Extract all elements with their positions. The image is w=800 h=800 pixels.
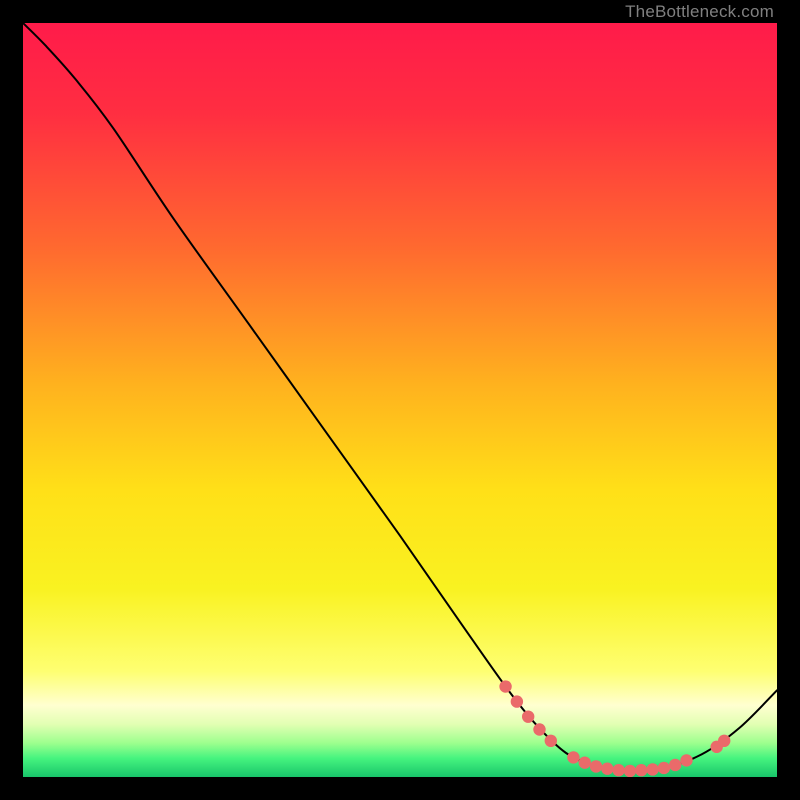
marker-dot — [635, 764, 647, 776]
marker-dot — [669, 759, 681, 771]
marker-dot — [612, 764, 624, 776]
marker-dot — [658, 762, 670, 774]
marker-dot — [533, 723, 545, 735]
marker-dot — [601, 763, 613, 775]
marker-dot — [522, 710, 534, 722]
marker-dot — [646, 763, 658, 775]
marker-dot — [511, 695, 523, 707]
marker-dot — [718, 735, 730, 747]
marker-dot — [545, 735, 557, 747]
chart-frame — [23, 23, 777, 777]
marker-dot — [624, 765, 636, 777]
marker-dot — [590, 760, 602, 772]
marker-dot — [567, 751, 579, 763]
bottleneck-chart — [23, 23, 777, 777]
attribution-label: TheBottleneck.com — [625, 2, 774, 22]
gradient-background — [23, 23, 777, 777]
marker-dot — [499, 680, 511, 692]
marker-dot — [680, 754, 692, 766]
marker-dot — [579, 756, 591, 768]
